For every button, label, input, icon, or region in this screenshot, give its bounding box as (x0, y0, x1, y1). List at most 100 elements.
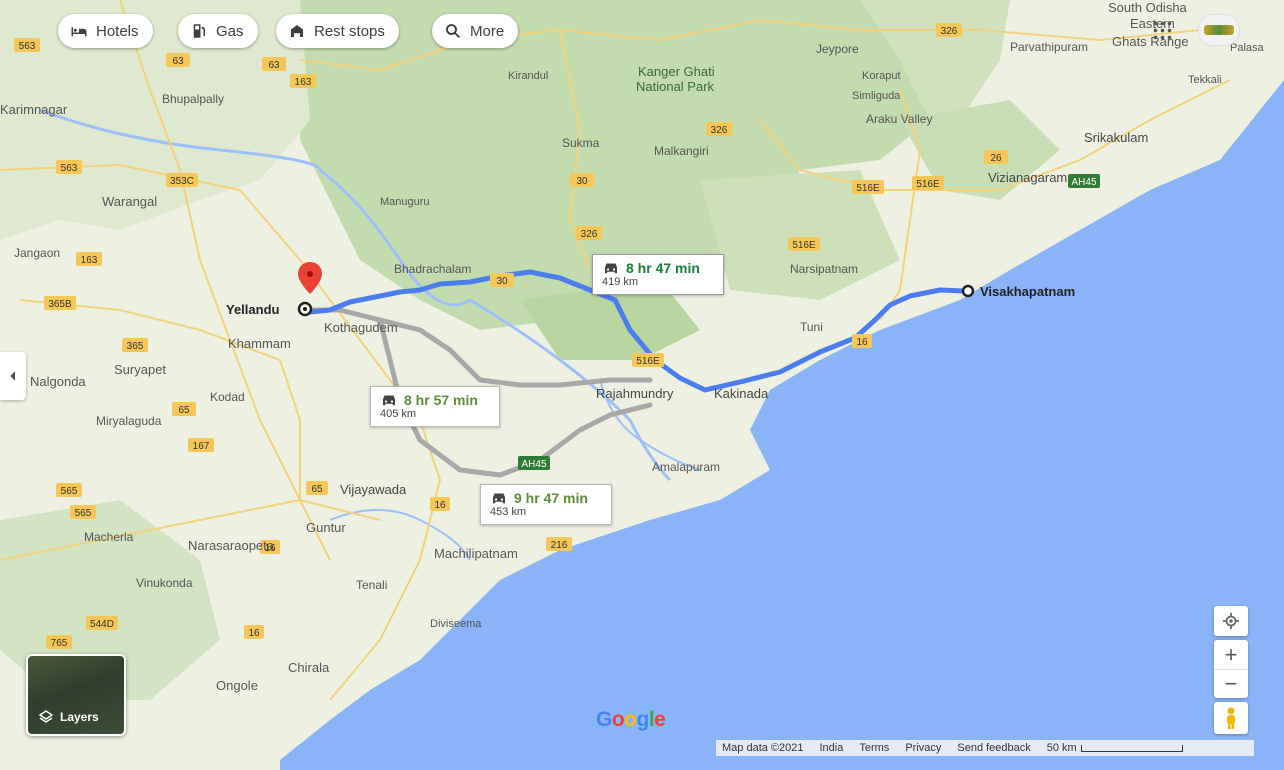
car-icon (493, 493, 505, 504)
svg-text:365: 365 (127, 341, 144, 352)
place-label: Bhadrachalam (394, 262, 472, 276)
place-label: Amalapuram (652, 460, 721, 474)
place-label: South Odisha (1108, 0, 1187, 15)
svg-text:65: 65 (311, 484, 323, 495)
svg-text:163: 163 (295, 77, 312, 88)
more-label: More (470, 22, 505, 40)
place-label: Simliguda (852, 90, 901, 102)
place-label: Sukma (562, 136, 600, 150)
apps-grid-icon[interactable] (1152, 20, 1172, 40)
svg-text:516E: 516E (856, 183, 880, 194)
terms-link[interactable]: Terms (859, 742, 889, 754)
place-label: Macherla (84, 530, 134, 544)
zoom-out-button[interactable]: − (1214, 670, 1248, 698)
route-time: 8 hr 57 min (404, 392, 478, 408)
place-label: Warangal (102, 194, 158, 209)
bed-icon (71, 27, 87, 37)
rest-stops-label: Rest stops (314, 22, 385, 40)
search-icon (446, 24, 461, 39)
scale-line (1080, 744, 1183, 752)
google-logo: Google (596, 708, 666, 731)
place-label: Araku Valley (866, 112, 933, 126)
svg-text:30: 30 (496, 276, 508, 287)
layers-button[interactable]: Layers (26, 654, 126, 736)
place-label: Kothagudem (324, 320, 398, 335)
place-label: Suryapet (114, 362, 167, 377)
route-card-alt[interactable]: 8 hr 57 min 405 km (370, 386, 500, 427)
avatar-icon (1204, 25, 1234, 35)
route-distance: 453 km (490, 506, 527, 518)
privacy-link[interactable]: Privacy (905, 742, 941, 754)
rest-stop-icon (291, 25, 303, 37)
place-label: Narsipatnam (790, 262, 859, 276)
svg-text:167: 167 (193, 441, 210, 452)
my-location-button[interactable] (1214, 606, 1248, 636)
layers-icon (38, 710, 54, 723)
place-label: Tenali (356, 578, 388, 592)
car-icon (383, 395, 395, 406)
svg-text:765: 765 (51, 638, 68, 649)
svg-text:216: 216 (551, 540, 568, 551)
route-time: 8 hr 47 min (626, 260, 700, 276)
svg-text:563: 563 (61, 163, 78, 174)
route-card-selected[interactable]: 8 hr 47 min 419 km (592, 254, 724, 295)
place-label: Jangaon (14, 246, 61, 260)
gas-chip[interactable]: Gas (178, 14, 258, 48)
place-label: Kirandul (508, 70, 549, 82)
collapse-panel-button[interactable] (0, 352, 26, 400)
place-label: Vijayawada (340, 482, 407, 497)
country-link[interactable]: India (820, 742, 844, 754)
more-chip[interactable]: More (432, 14, 519, 48)
place-label: Chirala (288, 660, 330, 675)
zoom-in-button[interactable]: + (1214, 641, 1248, 670)
place-label: Malkangiri (654, 144, 709, 158)
gas-label: Gas (216, 22, 244, 40)
svg-text:516E: 516E (792, 240, 816, 251)
place-label: Karimnagar (0, 102, 68, 117)
place-label: Miryalaguda (96, 414, 162, 428)
hotels-label: Hotels (96, 22, 139, 40)
hotels-chip[interactable]: Hotels (58, 14, 153, 48)
place-label: Parvathipuram (1010, 40, 1089, 54)
svg-text:63: 63 (268, 60, 280, 71)
svg-text:516E: 516E (916, 179, 940, 190)
rest-stops-chip[interactable]: Rest stops (276, 14, 399, 48)
route-card-alt[interactable]: 9 hr 47 min 453 km (480, 484, 612, 525)
place-label: Ghats Range (1112, 34, 1189, 49)
pegman-icon (1227, 707, 1235, 729)
destination-label[interactable]: Visakhapatnam (980, 284, 1075, 299)
svg-text:AH45: AH45 (1071, 177, 1096, 188)
place-label: Koraput (862, 70, 901, 82)
svg-text:565: 565 (61, 486, 78, 497)
zoom-controls: + − (1214, 640, 1248, 698)
place-label: Guntur (306, 520, 346, 535)
map-canvas[interactable]: 563 63 63 163 353C 563 163 365B 365 65 1… (0, 0, 1284, 770)
place-label: Vinukonda (136, 576, 193, 590)
place-label: Machilipatnam (434, 546, 518, 561)
place-label: Bhupalpally (162, 92, 225, 106)
svg-text:365B: 365B (48, 299, 72, 310)
route-distance: 405 km (380, 408, 417, 420)
map-footer: Map data ©2021 India Terms Privacy Send … (716, 740, 1254, 756)
origin-label[interactable]: Yellandu (226, 302, 279, 317)
send-feedback-link[interactable]: Send feedback (957, 742, 1030, 754)
place-label: Srikakulam (1084, 130, 1149, 145)
place-label: Khammam (228, 336, 291, 351)
place-label: Diviseema (430, 618, 482, 630)
svg-text:63: 63 (172, 56, 184, 67)
svg-text:16: 16 (856, 337, 868, 348)
place-label: Tekkali (1188, 74, 1222, 86)
place-label: Manuguru (380, 196, 430, 208)
account-avatar[interactable] (1198, 14, 1240, 46)
street-view-pegman[interactable] (1214, 702, 1248, 734)
svg-text:26: 26 (990, 153, 1002, 164)
svg-text:544D: 544D (90, 619, 114, 630)
car-icon (605, 263, 617, 274)
place-label: Kodad (210, 390, 245, 404)
scale-label: 50 km (1046, 742, 1077, 754)
place-label: Tuni (800, 320, 823, 334)
svg-text:353C: 353C (170, 176, 194, 187)
scale-bar[interactable]: 50 km (1047, 742, 1183, 754)
route-time: 9 hr 47 min (514, 490, 588, 506)
crosshair-icon (1222, 612, 1240, 630)
